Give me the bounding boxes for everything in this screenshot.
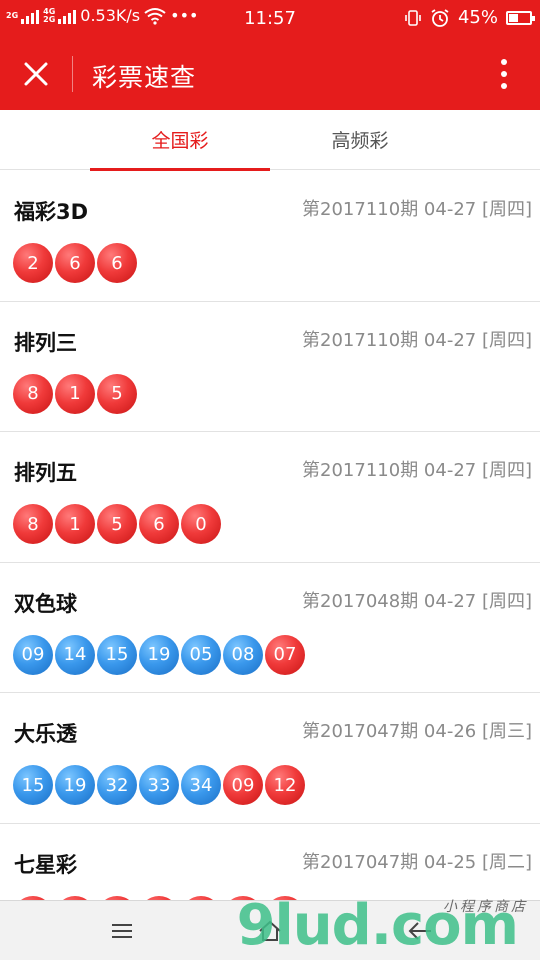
vibrate-icon [405,9,421,26]
list-item[interactable]: 双色球 第2017048期 04-27 [周四] 09 14 15 19 05 08 07 [0,563,540,693]
more-vertical-icon [501,59,507,65]
draw-info: 第2017047期 04-25 [周二] [302,851,532,873]
ball-row: 15 19 32 33 34 09 12 [13,765,305,805]
number-ball: 15 [13,765,53,805]
draw-info: 第2017110期 04-27 [周四] [302,329,532,351]
more-options-button[interactable] [486,56,522,92]
more-vertical-icon [501,83,507,89]
battery-level [509,13,518,22]
number-ball: 07 [265,634,305,675]
number-ball: 5 [97,373,137,414]
number-ball: 0 [181,504,221,544]
number-ball: 33 [139,765,179,805]
more-vertical-icon [501,71,507,77]
menu-button[interactable] [100,909,144,953]
lottery-name: 双色球 [14,591,77,616]
lottery-name: 排列三 [14,330,77,355]
number-ball: 6 [55,243,95,283]
number-ball: 12 [265,765,305,805]
number-ball: 6 [97,243,137,283]
number-ball: 2 [13,243,53,283]
system-nav-bar: 小程序商店 9lud.com [0,893,540,960]
lottery-name: 大乐透 [14,722,77,746]
close-icon [24,62,48,86]
number-ball: 19 [139,634,179,675]
list-item[interactable]: 福彩3D 第2017110期 04-27 [周四] 266 [0,171,540,302]
draw-info: 第2017048期 04-27 [周四] [302,590,532,612]
ball-row: 81560 [13,504,221,544]
menu-icon [112,924,132,938]
number-ball: 8 [13,504,53,544]
status-bar-right: 45% [404,7,535,28]
lottery-name: 七星彩 [14,852,77,877]
draw-info: 第2017110期 04-27 [周四] [302,199,532,220]
number-ball: 09 [13,634,53,675]
tab-national[interactable]: 全国彩 [90,110,270,171]
close-button[interactable] [14,52,58,96]
number-ball: 1 [55,504,95,544]
draw-info: 第2017047期 04-26 [周三] [302,721,532,742]
list-item[interactable]: 排列五 第2017110期 04-27 [周四] 81560 [0,432,540,563]
lottery-list[interactable]: 福彩3D 第2017110期 04-27 [周四] 266 排列三 第20171… [0,171,540,900]
battery-icon [506,10,535,25]
number-ball: 08 [223,634,263,675]
ball-row: 09 14 15 19 05 08 07 [13,634,305,675]
watermark-logo: 9lud.com [236,893,519,958]
list-item[interactable]: 排列三 第2017110期 04-27 [周四] 815 [0,302,540,432]
number-ball: 15 [97,634,137,675]
lottery-name: 福彩3D [14,200,89,224]
app-bar: 彩票速查 [0,38,540,110]
lottery-name: 排列五 [14,461,77,485]
number-ball: 32 [97,765,137,805]
ball-row: 815 [13,373,137,414]
tab-bar: 全国彩 高频彩 [0,110,540,171]
list-item[interactable]: 大乐透 第2017047期 04-26 [周三] 15 19 32 33 34 09 12 [0,693,540,824]
page-title: 彩票速查 [92,63,197,92]
tab-high-frequency[interactable]: 高频彩 [270,110,450,169]
alarm-icon [431,8,449,27]
number-ball: 6 [139,504,179,544]
battery-percent: 45% [457,7,498,28]
number-ball: 8 [13,373,53,414]
number-ball: 5 [97,504,137,544]
list-item[interactable]: 七星彩 第2017047期 04-25 [周二] [0,824,540,900]
ball-row: 266 [13,243,137,283]
number-ball: 05 [181,634,221,675]
number-ball: 09 [223,765,263,805]
number-ball: 1 [55,373,95,414]
number-ball: 34 [181,765,221,805]
app-bar-divider [72,56,73,92]
draw-info: 第2017110期 04-27 [周四] [302,460,532,481]
number-ball: 19 [55,765,95,805]
status-bar: 2G 4G 2G 0.53K/s ••• 11:57 45% [0,0,540,38]
number-ball: 14 [55,634,95,675]
